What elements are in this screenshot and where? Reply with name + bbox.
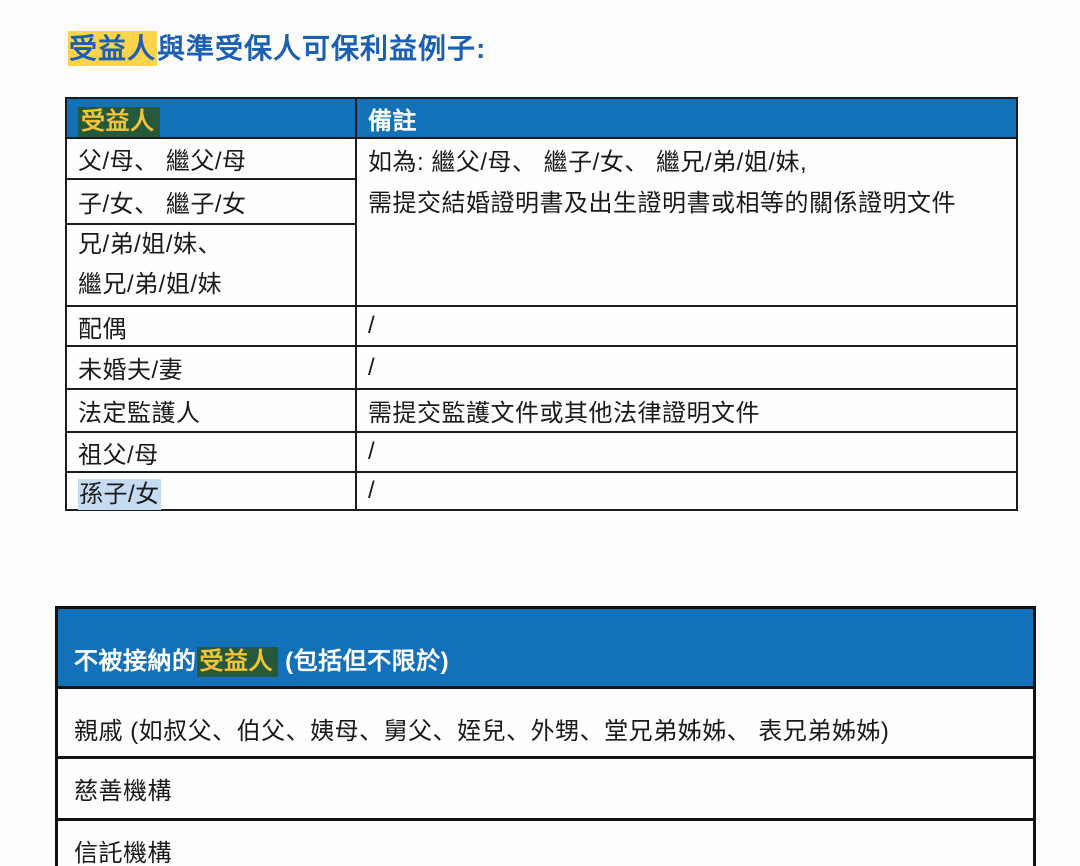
beneficiary-cell: 未婚夫/妻 — [66, 346, 356, 389]
table-row: 父/母、 繼父/母 如為: 繼父/母、 繼子/女、 繼兄/弟/姐/妹, 需提交結… — [66, 138, 1017, 179]
table-row: 親戚 (如叔父、伯父、姨母、舅父、姪兒、外甥、堂兄弟姊姊、 表兄弟姊姊) — [57, 688, 1035, 758]
excluded-header-suffix: (包括但不限於) — [278, 648, 449, 675]
remark-cell: / — [356, 472, 1017, 510]
table-row: 慈善機構 — [57, 758, 1035, 820]
remark-cell: 需提交監護文件或其他法律證明文件 — [356, 389, 1017, 432]
beneficiary-table-header-row: 受益人 備註 — [66, 98, 1017, 138]
excluded-item-cell: 親戚 (如叔父、伯父、姨母、舅父、姪兒、外甥、堂兄弟姊姊、 表兄弟姊姊) — [57, 688, 1035, 758]
table-row: 配偶 / — [66, 306, 1017, 346]
excluded-header-highlight: 受益人 — [197, 647, 279, 677]
excluded-header-prefix: 不被接納的 — [74, 648, 197, 675]
header-cell-beneficiary: 受益人 — [66, 98, 356, 138]
merged-remark-cell: 如為: 繼父/母、 繼子/女、 繼兄/弟/姐/妹, 需提交結婚證明書及出生證明書… — [356, 138, 1017, 306]
table-row: 法定監護人 需提交監護文件或其他法律證明文件 — [66, 389, 1017, 432]
remark-cell: / — [356, 306, 1017, 346]
beneficiary-table: 受益人 備註 父/母、 繼父/母 如為: 繼父/母、 繼子/女、 繼兄/弟/姐/… — [65, 97, 1018, 511]
excluded-item-cell: 慈善機構 — [57, 758, 1035, 820]
excluded-beneficiary-table: 不被接納的受益人 (包括但不限於) 親戚 (如叔父、伯父、姨母、舅父、姪兒、外甥… — [55, 606, 1036, 866]
beneficiary-cell: 法定監護人 — [66, 389, 356, 432]
merged-remark-line2: 需提交結婚證明書及出生證明書或相等的關係證明文件 — [368, 183, 1005, 224]
beneficiary-cell: 配偶 — [66, 306, 356, 346]
beneficiary-cell: 兄/弟/姐/妹、 繼兄/弟/姐/妹 — [66, 224, 356, 306]
title-rest: 與準受保人可保利益例子: — [157, 33, 486, 64]
table-row: 信託機構 — [57, 820, 1035, 866]
title-highlighted-term: 受益人 — [68, 31, 157, 66]
remark-cell: / — [356, 432, 1017, 472]
beneficiary-header-highlight: 受益人 — [78, 107, 160, 137]
beneficiary-cell: 孫子/女 — [66, 472, 356, 510]
excluded-item-cell: 信託機構 — [57, 820, 1035, 866]
beneficiary-line2: 繼兄/弟/姐/妹 — [78, 265, 344, 305]
table-row: 孫子/女 / — [66, 472, 1017, 510]
table-row: 祖父/母 / — [66, 432, 1017, 472]
remark-cell: / — [356, 346, 1017, 389]
merged-remark-line1: 如為: 繼父/母、 繼子/女、 繼兄/弟/姐/妹, — [368, 142, 1005, 183]
beneficiary-cell: 父/母、 繼父/母 — [66, 138, 356, 179]
table-row: 未婚夫/妻 / — [66, 346, 1017, 389]
header-cell-remarks: 備註 — [356, 98, 1017, 138]
beneficiary-cell: 子/女、 繼子/女 — [66, 179, 356, 224]
beneficiary-cell: 祖父/母 — [66, 432, 356, 472]
excluded-header-cell: 不被接納的受益人 (包括但不限於) — [57, 608, 1035, 688]
beneficiary-line1: 兄/弟/姐/妹、 — [78, 225, 344, 265]
page-title: 受益人與準受保人可保利益例子: — [68, 27, 1080, 67]
selected-beneficiary-text: 孫子/女 — [78, 479, 161, 510]
excluded-table-header-row: 不被接納的受益人 (包括但不限於) — [57, 608, 1035, 688]
